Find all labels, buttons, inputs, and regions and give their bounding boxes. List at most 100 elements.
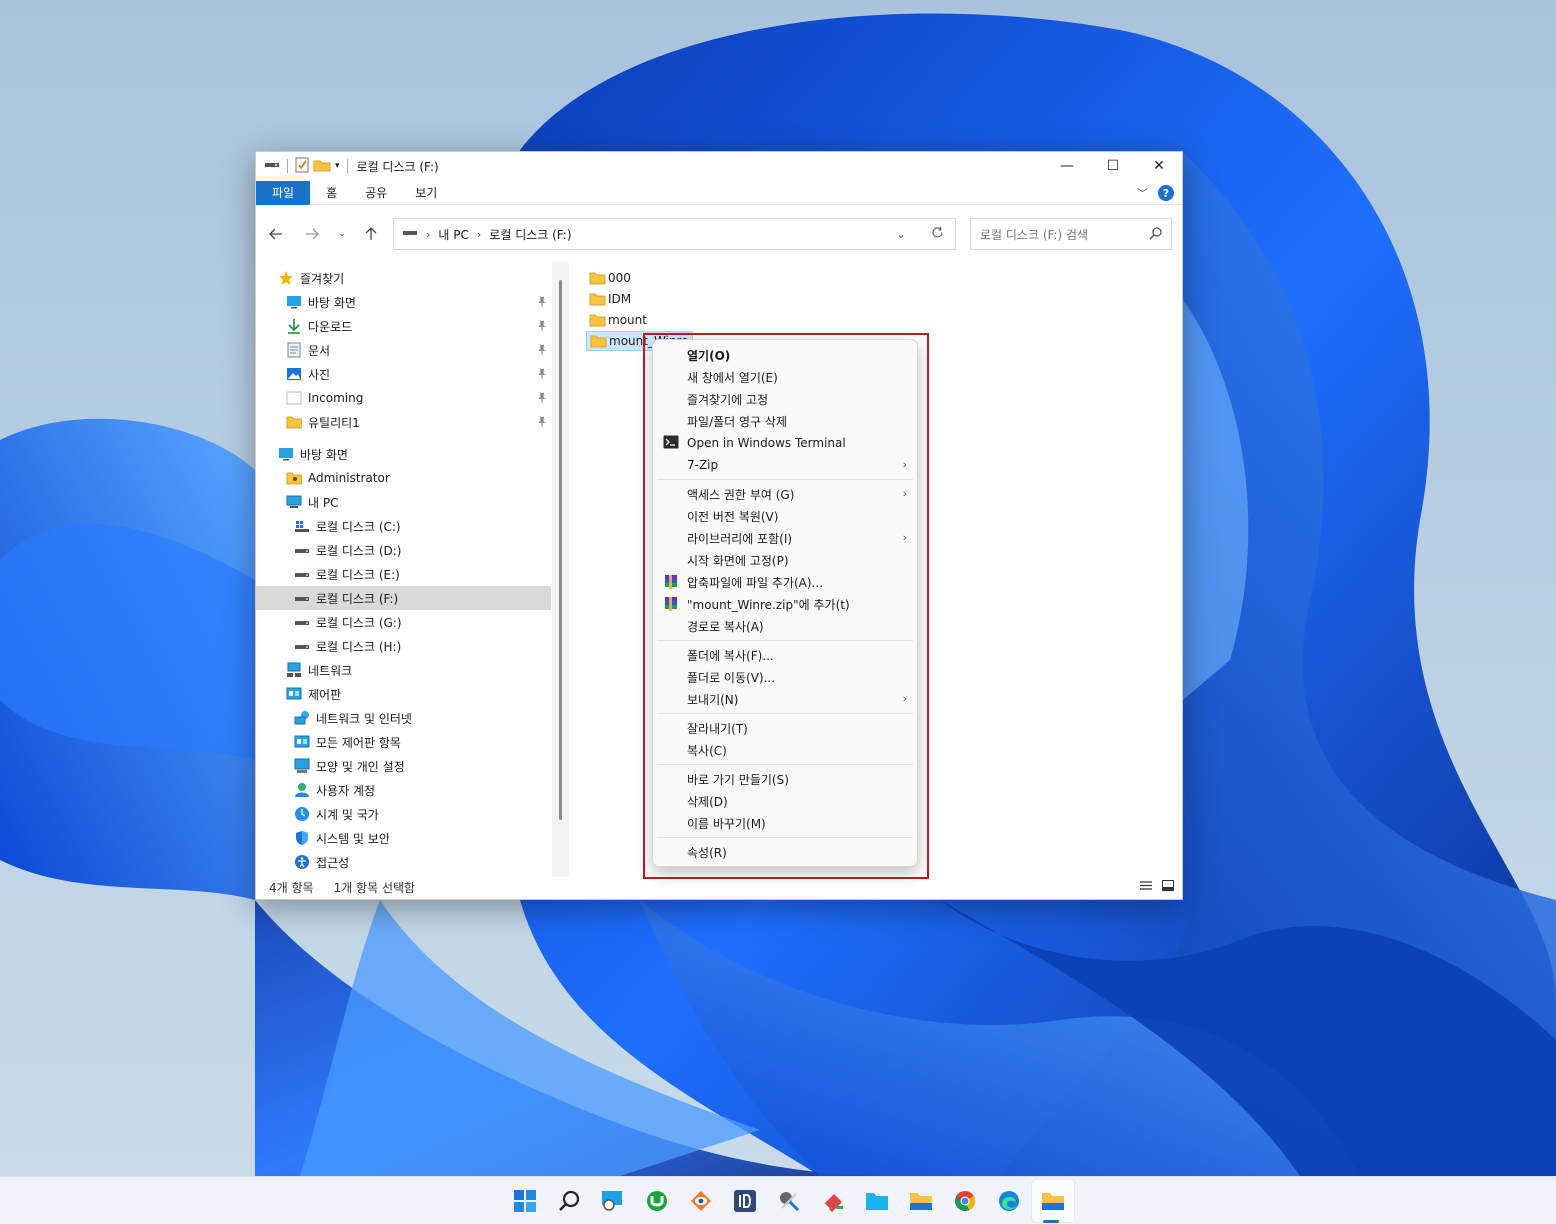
- breadcrumb-local-disk-f[interactable]: 로컬 디스크 (F:): [489, 226, 571, 243]
- context-menu-item[interactable]: 복사(C): [653, 739, 917, 761]
- sidebar-item[interactable]: 내 PC: [256, 490, 551, 514]
- sidebar-item[interactable]: 사용자 계정: [256, 778, 551, 802]
- sidebar-item[interactable]: 다운로드: [256, 314, 551, 338]
- context-menu-item[interactable]: 바로 가기 만들기(S): [653, 768, 917, 790]
- close-button[interactable]: ✕: [1136, 152, 1182, 180]
- context-menu-item[interactable]: 즐겨찾기에 고정: [653, 388, 917, 410]
- breadcrumb-chevron-icon[interactable]: ›: [477, 228, 481, 241]
- back-button[interactable]: [264, 222, 288, 246]
- context-menu-item[interactable]: 이전 버전 복원(V): [653, 505, 917, 527]
- search-icon[interactable]: [1149, 226, 1163, 243]
- tab-home[interactable]: 홈: [310, 181, 351, 205]
- large-icons-view-icon[interactable]: [1162, 880, 1174, 894]
- new-folder-icon[interactable]: [313, 158, 331, 175]
- sidebar-item[interactable]: Administrator: [256, 466, 551, 490]
- pin-icon[interactable]: [537, 320, 547, 332]
- file-explorer-icon[interactable]: [899, 1179, 943, 1223]
- context-menu-item[interactable]: 열기(O): [653, 344, 917, 366]
- context-menu-item[interactable]: 라이브러리에 포함(I) ›: [653, 527, 917, 549]
- search-icon[interactable]: [547, 1179, 591, 1223]
- file-explorer-active-icon[interactable]: [1031, 1179, 1075, 1223]
- minimize-button[interactable]: —: [1044, 152, 1090, 180]
- refresh-icon[interactable]: [919, 226, 955, 242]
- 1d-app-icon[interactable]: [723, 1179, 767, 1223]
- tab-file[interactable]: 파일: [256, 180, 311, 205]
- context-menu-item[interactable]: 이름 바꾸기(M): [653, 812, 917, 834]
- sidebar-scrollbar-thumb[interactable]: [559, 280, 562, 820]
- qat-dropdown-icon[interactable]: ▾: [335, 161, 340, 171]
- up-button[interactable]: [359, 222, 383, 246]
- address-dropdown-icon[interactable]: ⌄: [883, 227, 919, 241]
- sidebar-item-label: 사진: [308, 367, 331, 382]
- sidebar-item[interactable]: 제어판: [256, 682, 551, 706]
- sidebar-item[interactable]: 시스템 및 보안: [256, 826, 551, 850]
- eye-app-icon[interactable]: [679, 1179, 723, 1223]
- forward-button[interactable]: [300, 222, 324, 246]
- sidebar-item[interactable]: 모든 제어판 항목: [256, 730, 551, 754]
- context-menu-item-label: 경로로 복사(A): [687, 619, 764, 634]
- maximize-button[interactable]: ☐: [1090, 152, 1136, 180]
- context-menu-item[interactable]: Open in Windows Terminal: [653, 432, 917, 454]
- windows-start-icon[interactable]: [503, 1179, 547, 1223]
- pin-icon[interactable]: [537, 416, 547, 428]
- properties-icon[interactable]: [295, 157, 309, 176]
- context-menu-item[interactable]: "mount_Winre.zip"에 추가(t): [653, 593, 917, 615]
- sidebar-item[interactable]: 바탕 화면: [256, 442, 551, 466]
- file-list-item[interactable]: IDM: [586, 289, 634, 309]
- sidebar-item[interactable]: 모양 및 개인 설정: [256, 754, 551, 778]
- pin-icon[interactable]: [537, 392, 547, 404]
- sidebar-item[interactable]: 로컬 디스크 (F:): [256, 586, 551, 610]
- details-view-icon[interactable]: [1140, 880, 1152, 894]
- pin-icon[interactable]: [537, 344, 547, 356]
- context-menu-item[interactable]: 경로로 복사(A): [653, 615, 917, 637]
- folder-app-icon[interactable]: [855, 1179, 899, 1223]
- help-icon[interactable]: ?: [1158, 185, 1174, 201]
- file-list-item[interactable]: 000: [586, 268, 634, 288]
- sidebar-item[interactable]: 바탕 화면: [256, 290, 551, 314]
- context-menu-item[interactable]: 삭제(D): [653, 790, 917, 812]
- tab-view[interactable]: 보기: [401, 181, 451, 205]
- context-menu-item[interactable]: 파일/폴더 영구 삭제: [653, 410, 917, 432]
- sidebar-item[interactable]: 시계 및 국가: [256, 802, 551, 826]
- sidebar-item[interactable]: 유틸리티1: [256, 410, 551, 434]
- context-menu-item[interactable]: 폴더로 이동(V)...: [653, 666, 917, 688]
- sidebar-item[interactable]: 문서: [256, 338, 551, 362]
- context-menu-item[interactable]: 새 창에서 열기(E): [653, 366, 917, 388]
- context-menu-item[interactable]: 보내기(N) ›: [653, 688, 917, 710]
- tab-share[interactable]: 공유: [351, 181, 401, 205]
- sidebar-item[interactable]: 네트워크: [256, 658, 551, 682]
- context-menu-item[interactable]: 잘라내기(T): [653, 717, 917, 739]
- magnifier-app-icon[interactable]: [591, 1179, 635, 1223]
- context-menu-item[interactable]: 폴더에 복사(F)...: [653, 644, 917, 666]
- breadcrumb-chevron-icon[interactable]: ›: [426, 228, 430, 241]
- edge-icon[interactable]: [987, 1179, 1031, 1223]
- search-input[interactable]: 로컬 디스크 (F:) 검색: [970, 218, 1172, 250]
- sidebar-item[interactable]: 로컬 디스크 (E:): [256, 562, 551, 586]
- sidebar-item[interactable]: 로컬 디스크 (C:): [256, 514, 551, 538]
- pin-icon[interactable]: [537, 296, 547, 308]
- context-menu-item[interactable]: 압축파일에 파일 추가(A)...: [653, 571, 917, 593]
- sidebar-scrollbar[interactable]: [552, 262, 569, 877]
- pin-icon[interactable]: [537, 368, 547, 380]
- eraser-app-icon[interactable]: [811, 1179, 855, 1223]
- sidebar-item[interactable]: 로컬 디스크 (G:): [256, 610, 551, 634]
- context-menu-item[interactable]: 7-Zip ›: [653, 454, 917, 476]
- sidebar-item[interactable]: 즐겨찾기: [256, 266, 551, 290]
- utorrent-icon[interactable]: [635, 1179, 679, 1223]
- sidebar-item[interactable]: 접근성: [256, 850, 551, 874]
- expand-ribbon-icon[interactable]: ﹀: [1137, 185, 1148, 201]
- sidebar-item[interactable]: Incoming: [256, 386, 551, 410]
- context-menu-item[interactable]: 속성(R): [653, 841, 917, 863]
- context-menu-item[interactable]: 액세스 권한 부여 (G) ›: [653, 483, 917, 505]
- sidebar-item[interactable]: 사진: [256, 362, 551, 386]
- chrome-icon[interactable]: [943, 1179, 987, 1223]
- context-menu-item[interactable]: 시작 화면에 고정(P): [653, 549, 917, 571]
- tools-app-icon[interactable]: [767, 1179, 811, 1223]
- breadcrumb-my-pc[interactable]: 내 PC: [438, 226, 468, 243]
- file-list-item[interactable]: mount: [586, 310, 650, 330]
- address-bar[interactable]: › 내 PC › 로컬 디스크 (F:) ⌄: [393, 218, 956, 250]
- sidebar-item[interactable]: 네트워크 및 인터넷: [256, 706, 551, 730]
- sidebar-item[interactable]: 로컬 디스크 (H:): [256, 634, 551, 658]
- recent-locations-button[interactable]: ⌄: [330, 222, 354, 246]
- sidebar-item[interactable]: 로컬 디스크 (D:): [256, 538, 551, 562]
